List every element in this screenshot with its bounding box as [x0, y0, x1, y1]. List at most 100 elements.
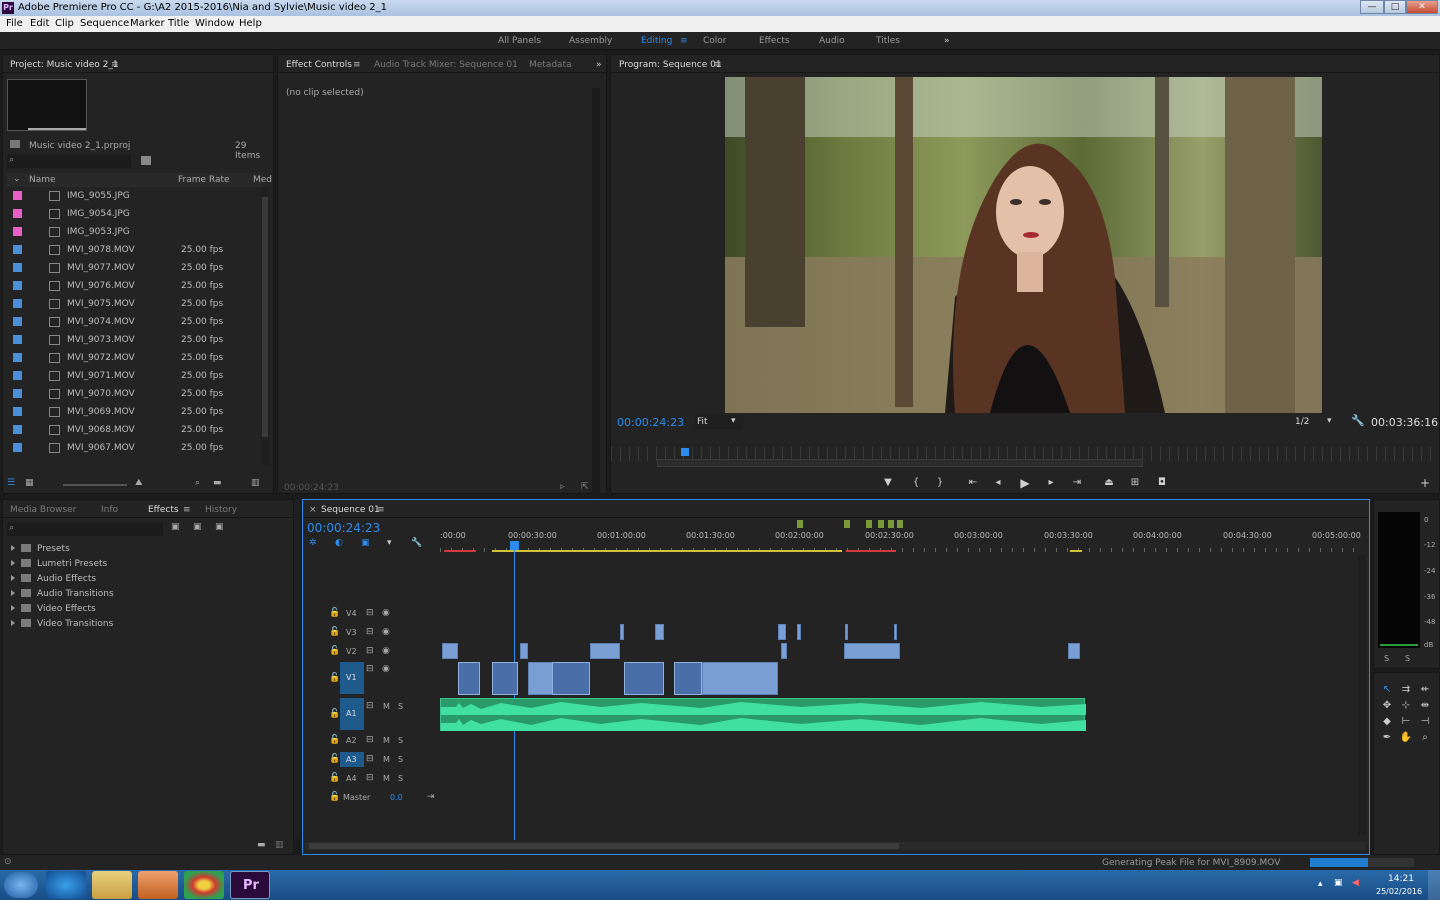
track-a3-target[interactable]: A3 — [340, 752, 364, 767]
new-bin-icon[interactable]: ▬ — [257, 840, 266, 850]
rate-stretch-tool-icon[interactable]: ⊹ — [1399, 699, 1413, 713]
step-forward-icon[interactable]: ▸ — [1044, 476, 1058, 490]
expand-triangle-icon[interactable] — [11, 545, 15, 551]
project-item[interactable]: IMG_9055.JPG — [7, 187, 261, 205]
lock-icon[interactable]: 🔓 — [329, 608, 340, 618]
volume-muted-icon[interactable]: ◀ — [1352, 878, 1359, 888]
mark-in-icon[interactable]: { — [909, 476, 923, 490]
premiere-taskbar-button[interactable]: Pr — [230, 871, 270, 899]
expand-triangle-icon[interactable] — [11, 605, 15, 611]
fit-dropdown[interactable]: Fit ▾ — [695, 415, 743, 429]
menu-title[interactable]: Title — [168, 18, 189, 29]
marker-icon[interactable] — [797, 520, 803, 528]
sync-lock-icon[interactable]: ⊟ — [366, 754, 374, 764]
v2-clip[interactable] — [590, 643, 620, 659]
tab-effects[interactable]: Effects — [148, 505, 179, 515]
track-v1-target[interactable]: V1 — [340, 662, 364, 694]
project-tab[interactable]: Project: Music video 2_1 — [10, 60, 119, 70]
project-item[interactable]: MVI_9076.MOV 25.00 fps — [7, 277, 261, 295]
project-item[interactable]: MVI_9073.MOV 25.00 fps — [7, 331, 261, 349]
marker-icon[interactable] — [888, 520, 894, 528]
lift-icon[interactable]: ⏏ — [1102, 476, 1116, 490]
marker-icon[interactable] — [897, 520, 903, 528]
timeline-timecode[interactable]: 00:00:24:23 — [307, 521, 380, 535]
clock-time[interactable]: 14:21 — [1388, 874, 1414, 884]
yuv-effects-icon[interactable]: ▣ — [215, 522, 224, 532]
tab-metadata[interactable]: Metadata — [529, 60, 572, 70]
workspace-menu-icon[interactable]: ≡ — [680, 36, 688, 46]
sync-lock-icon[interactable]: ⊟ — [366, 646, 374, 656]
accelerated-effects-icon[interactable]: ▣ — [171, 522, 180, 532]
meter-solo-left[interactable]: S — [1384, 654, 1389, 663]
track-select-tool-icon[interactable]: ⇉ — [1399, 683, 1413, 697]
project-scrollbar[interactable] — [261, 187, 269, 465]
go-to-out-icon[interactable]: ⇥ — [1070, 476, 1084, 490]
track-v3[interactable]: V3 — [346, 628, 357, 637]
v3-clip[interactable] — [797, 624, 801, 640]
project-item[interactable]: MVI_9074.MOV 25.00 fps — [7, 313, 261, 331]
program-playhead[interactable] — [681, 448, 689, 456]
timeline-vertical-scrollbar[interactable] — [1358, 555, 1366, 835]
timeline-playhead-handle[interactable] — [510, 541, 519, 550]
menu-sequence[interactable]: Sequence — [80, 18, 129, 29]
sync-lock-icon[interactable]: ⊟ — [366, 664, 374, 674]
project-search-input[interactable]: ⌕ — [7, 154, 131, 168]
expand-triangle-icon[interactable] — [11, 575, 15, 581]
slip-tool-icon[interactable]: ⇹ — [1418, 699, 1432, 713]
mark-out-icon[interactable]: } — [933, 476, 947, 490]
mute-button[interactable]: M — [383, 736, 390, 745]
solo-button[interactable]: S — [398, 774, 403, 783]
minimize-button[interactable]: — — [1360, 0, 1384, 14]
column-frame-rate[interactable]: Frame Rate — [178, 175, 230, 185]
project-item[interactable]: MVI_9071.MOV 25.00 fps — [7, 367, 261, 385]
tab-info[interactable]: Info — [101, 505, 118, 515]
clip-thumbnail[interactable] — [7, 79, 87, 131]
tab-media-browser[interactable]: Media Browser — [10, 505, 76, 515]
panel-menu-icon[interactable]: ≡ — [183, 505, 191, 515]
effects-folder[interactable]: Video Transitions — [11, 619, 113, 629]
sync-lock-icon[interactable]: ⊟ — [366, 627, 374, 637]
v1-clip[interactable] — [674, 662, 702, 695]
solo-button[interactable]: S — [398, 755, 403, 764]
panel-menu-icon[interactable]: ≡ — [353, 60, 361, 70]
label-color-swatch[interactable] — [13, 443, 22, 452]
snap-icon[interactable]: ✲ — [309, 538, 317, 548]
tab-history[interactable]: History — [205, 505, 237, 515]
label-color-swatch[interactable] — [13, 317, 22, 326]
menu-edit[interactable]: Edit — [30, 18, 49, 29]
project-item[interactable]: MVI_9067.MOV 25.00 fps — [7, 439, 261, 457]
effects-folder[interactable]: Audio Transitions — [11, 589, 114, 599]
program-tab[interactable]: Program: Sequence 01 — [619, 60, 722, 70]
v2-clip[interactable] — [781, 643, 787, 659]
menu-file[interactable]: File — [6, 18, 23, 29]
eye-icon[interactable]: ◉ — [382, 646, 390, 656]
sync-lock-icon[interactable]: ⊟ — [366, 735, 374, 745]
label-color-swatch[interactable] — [13, 353, 22, 362]
workspace-editing[interactable]: Editing — [641, 36, 672, 46]
master-volume-value[interactable]: 0.0 — [390, 793, 403, 802]
resolution-dropdown[interactable]: 1/2 ▾ — [1293, 415, 1337, 429]
effects-search-input[interactable]: ⌕ — [7, 522, 163, 536]
mute-button[interactable]: M — [383, 774, 390, 783]
project-item[interactable]: MVI_9077.MOV 25.00 fps — [7, 259, 261, 277]
v1-clip[interactable] — [702, 662, 778, 695]
track-a4[interactable]: A4 — [346, 774, 357, 783]
project-item[interactable]: IMG_9053.JPG — [7, 223, 261, 241]
rolling-edit-tool-icon[interactable]: ✥ — [1380, 699, 1394, 713]
wrench-icon[interactable]: 🔧 — [1351, 414, 1365, 427]
panel-menu-icon[interactable]: ≡ — [111, 60, 119, 70]
timeline-horizontal-scrollbar[interactable] — [305, 842, 1365, 850]
lock-icon[interactable]: 🔓 — [329, 735, 340, 745]
effects-folder[interactable]: Video Effects — [11, 604, 96, 614]
program-current-timecode[interactable]: 00:00:24:23 — [617, 416, 684, 429]
project-item[interactable]: MVI_9068.MOV 25.00 fps — [7, 421, 261, 439]
tab-effect-controls[interactable]: Effect Controls — [286, 60, 352, 70]
lock-icon[interactable]: 🔓 — [329, 792, 340, 802]
new-bin-icon[interactable] — [141, 156, 151, 165]
trash-icon[interactable]: ▥ — [275, 840, 284, 850]
project-item[interactable]: MVI_9072.MOV 25.00 fps — [7, 349, 261, 367]
a1-audio-clip[interactable] — [440, 698, 1086, 731]
sync-lock-icon[interactable]: ⊟ — [366, 608, 374, 618]
pen-tool-icon[interactable]: ✒ — [1380, 731, 1394, 745]
meter-solo-right[interactable]: S — [1405, 654, 1410, 663]
